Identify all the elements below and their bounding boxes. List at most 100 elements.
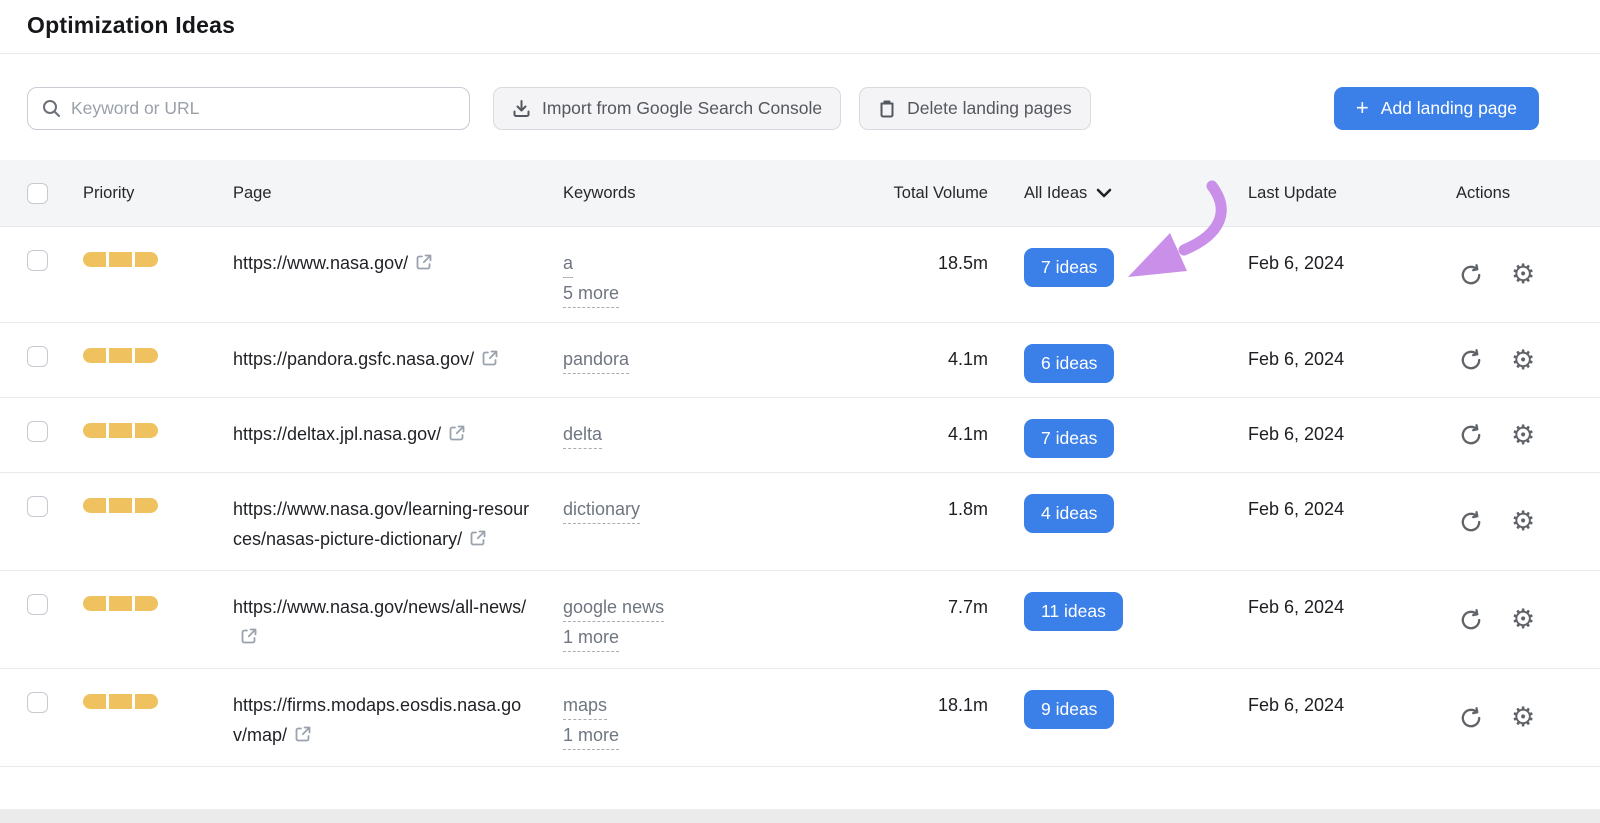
row-check-cell (0, 571, 83, 668)
table-row: https://www.nasa.gov/learning-resources/… (0, 473, 1600, 571)
optimization-ideas-page: Optimization Ideas Import from Google Se… (0, 0, 1600, 823)
external-link-icon[interactable] (481, 346, 499, 376)
refresh-icon[interactable] (1458, 347, 1484, 373)
page-url-cell: https://deltax.jpl.nasa.gov/ (233, 398, 533, 472)
priority-segment (83, 348, 106, 363)
priority-indicator (83, 498, 233, 513)
external-link-icon[interactable] (294, 722, 312, 752)
table-row: https://deltax.jpl.nasa.gov/ delta 4.1m … (0, 398, 1600, 473)
header-all-ideas-dropdown[interactable]: All Ideas (988, 184, 1248, 203)
ideas-cell: 7 ideas (988, 227, 1248, 322)
priority-segment (83, 498, 106, 513)
row-check-cell (0, 398, 83, 472)
search-box[interactable] (27, 87, 470, 130)
keyword-link[interactable]: pandora (563, 346, 629, 374)
keyword-link[interactable]: dictionary (563, 496, 640, 524)
row-checkbox[interactable] (27, 421, 48, 442)
priority-segment (83, 596, 106, 611)
gear-icon[interactable]: ⚙ (1511, 606, 1535, 633)
priority-segment (109, 252, 132, 267)
gear-icon[interactable]: ⚙ (1511, 704, 1535, 731)
row-checkbox[interactable] (27, 346, 48, 367)
trash-icon (878, 99, 896, 118)
priority-indicator (83, 423, 233, 438)
ideas-button[interactable]: 7 ideas (1024, 248, 1114, 287)
priority-segment (135, 423, 158, 438)
search-input[interactable] (71, 98, 455, 119)
actions-cell: ⚙ (1452, 323, 1600, 397)
priority-cell (83, 398, 233, 472)
row-check-cell (0, 669, 83, 766)
priority-segment (135, 348, 158, 363)
row-checkbox[interactable] (27, 692, 48, 713)
priority-indicator (83, 348, 233, 363)
import-gsc-label: Import from Google Search Console (542, 98, 822, 119)
ideas-button[interactable]: 7 ideas (1024, 419, 1114, 458)
priority-segment (135, 596, 158, 611)
page-url-cell: https://firms.modaps.eosdis.nasa.gov/map… (233, 669, 533, 766)
page-url-cell: https://www.nasa.gov/ (233, 227, 533, 322)
priority-cell (83, 571, 233, 668)
priority-segment (109, 596, 132, 611)
keyword-link[interactable]: 1 more (563, 624, 619, 652)
ideas-button[interactable]: 4 ideas (1024, 494, 1114, 533)
delete-landing-pages-button[interactable]: Delete landing pages (859, 87, 1090, 130)
gear-icon[interactable]: ⚙ (1511, 508, 1535, 535)
row-check-cell (0, 323, 83, 397)
refresh-icon[interactable] (1458, 509, 1484, 535)
ideas-cell: 11 ideas (988, 571, 1248, 668)
last-update-value: Feb 6, 2024 (1248, 398, 1452, 472)
priority-indicator (83, 252, 233, 267)
last-update-value: Feb 6, 2024 (1248, 669, 1452, 766)
external-link-icon[interactable] (469, 526, 487, 556)
priority-segment (109, 423, 132, 438)
keywords-cell: delta (563, 398, 863, 472)
gear-icon[interactable]: ⚙ (1511, 347, 1535, 374)
page-url-cell: https://www.nasa.gov/learning-resources/… (233, 473, 533, 570)
gear-icon[interactable]: ⚙ (1511, 261, 1535, 288)
row-checkbox[interactable] (27, 594, 48, 615)
keyword-link[interactable]: a (563, 250, 573, 278)
select-all-checkbox[interactable] (27, 183, 48, 204)
download-icon (512, 99, 531, 118)
header-all-ideas-label: All Ideas (1024, 184, 1087, 203)
ideas-button[interactable]: 11 ideas (1024, 592, 1123, 631)
refresh-icon[interactable] (1458, 607, 1484, 633)
row-checkbox[interactable] (27, 250, 48, 271)
plus-icon: + (1356, 97, 1369, 119)
title-bar: Optimization Ideas (0, 0, 1600, 54)
header-page: Page (233, 184, 563, 203)
external-link-icon[interactable] (240, 624, 258, 654)
header-total-volume: Total Volume (863, 184, 988, 203)
priority-segment (135, 252, 158, 267)
refresh-icon[interactable] (1458, 705, 1484, 731)
table-row: https://www.nasa.gov/ a5 more 18.5m 7 id… (0, 227, 1600, 323)
table-row: https://www.nasa.gov/news/all-news/ goog… (0, 571, 1600, 669)
table-row: https://firms.modaps.eosdis.nasa.gov/map… (0, 669, 1600, 767)
external-link-icon[interactable] (448, 421, 466, 451)
keywords-cell: pandora (563, 323, 863, 397)
external-link-icon[interactable] (415, 250, 433, 280)
keyword-link[interactable]: delta (563, 421, 602, 449)
row-checkbox[interactable] (27, 496, 48, 517)
table-header-row: Priority Page Keywords Total Volume All … (0, 160, 1600, 227)
ideas-button[interactable]: 6 ideas (1024, 344, 1114, 383)
keyword-link[interactable]: 5 more (563, 280, 619, 308)
page-url-text: https://deltax.jpl.nasa.gov/ (233, 424, 441, 444)
total-volume-value: 4.1m (863, 323, 988, 397)
add-landing-page-button[interactable]: + Add landing page (1334, 87, 1539, 130)
gear-icon[interactable]: ⚙ (1511, 422, 1535, 449)
refresh-icon[interactable] (1458, 422, 1484, 448)
actions-cell: ⚙ (1452, 669, 1600, 766)
total-volume-value: 18.5m (863, 227, 988, 322)
ideas-button[interactable]: 9 ideas (1024, 690, 1114, 729)
ideas-cell: 9 ideas (988, 669, 1248, 766)
refresh-icon[interactable] (1458, 262, 1484, 288)
import-gsc-button[interactable]: Import from Google Search Console (493, 87, 841, 130)
keyword-link[interactable]: 1 more (563, 722, 619, 750)
priority-indicator (83, 596, 233, 611)
keyword-link[interactable]: maps (563, 692, 607, 720)
total-volume-value: 4.1m (863, 398, 988, 472)
keywords-cell: a5 more (563, 227, 863, 322)
keyword-link[interactable]: google news (563, 594, 664, 622)
